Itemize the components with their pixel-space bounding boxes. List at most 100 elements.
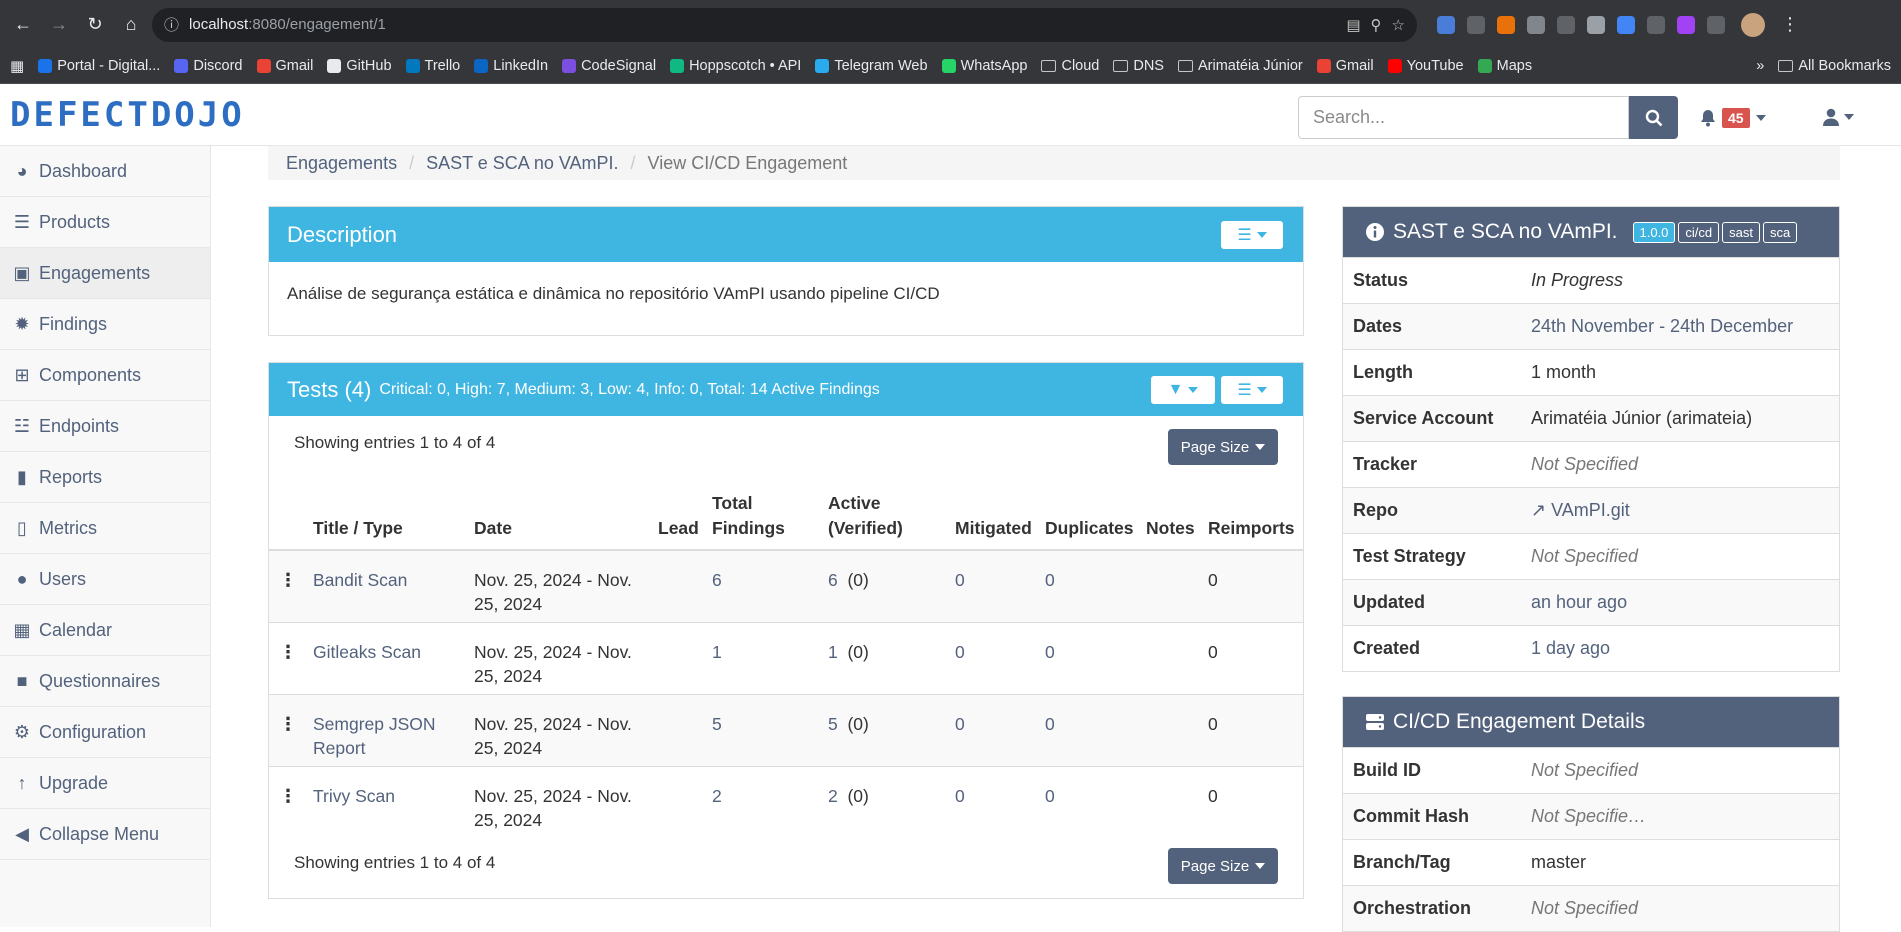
- sidebar-item-reports[interactable]: ▮ Reports: [0, 452, 210, 503]
- mitigated-link[interactable]: 0: [955, 642, 965, 662]
- bookmark-item[interactable]: YouTube: [1387, 58, 1464, 74]
- extension-icon[interactable]: [1677, 15, 1695, 34]
- detail-value[interactable]: ↗ VAmPI.git: [1531, 500, 1630, 521]
- breadcrumb-engagements[interactable]: Engagements: [286, 153, 397, 174]
- eyedropper-icon[interactable]: [1587, 15, 1605, 34]
- bookmark-item[interactable]: LinkedIn: [474, 58, 548, 74]
- test-title-link[interactable]: Gitleaks Scan: [313, 642, 421, 662]
- bookmark-item[interactable]: Trello: [405, 58, 460, 74]
- address-bar[interactable]: ⓘ localhost:8080/engagement/1 ▤ ⚲ ☆: [152, 7, 1417, 42]
- app-logo[interactable]: DEFECTDOJO: [10, 98, 245, 132]
- mitigated-link[interactable]: 0: [955, 714, 965, 734]
- tag-badge[interactable]: ci/cd: [1678, 221, 1720, 243]
- row-actions-icon[interactable]: ⋮: [269, 549, 307, 623]
- sidebar-item-endpoints[interactable]: ☳ Endpoints: [0, 401, 210, 452]
- filter-button[interactable]: ▼: [1151, 375, 1215, 404]
- site-info-icon[interactable]: ⓘ: [164, 14, 179, 35]
- reload-icon[interactable]: ↻: [80, 10, 110, 40]
- bookmark-item[interactable]: Hoppscotch • API: [670, 58, 801, 74]
- search-input[interactable]: [1298, 96, 1629, 139]
- extension-icon[interactable]: [1497, 15, 1515, 34]
- bookmark-item[interactable]: GitHub: [327, 58, 392, 74]
- browser-menu-icon[interactable]: ⋮: [1781, 14, 1799, 35]
- row-actions-icon[interactable]: ⋮: [269, 694, 307, 767]
- col-active[interactable]: Active (Verified): [822, 491, 949, 551]
- test-title-link[interactable]: Bandit Scan: [313, 570, 407, 590]
- col-duplicates[interactable]: Duplicates: [1039, 491, 1140, 551]
- sidebar-item-engagements[interactable]: ▣ Engagements: [0, 248, 210, 299]
- bookmark-item[interactable]: Gmail: [256, 58, 313, 74]
- sidebar-item-findings[interactable]: ✹ Findings: [0, 299, 210, 350]
- active-findings-link[interactable]: 2: [828, 786, 838, 806]
- active-findings-link[interactable]: 1: [828, 642, 838, 662]
- forward-icon[interactable]: →: [44, 10, 74, 40]
- notifications-menu[interactable]: 45: [1700, 108, 1766, 128]
- sidebar-item-upgrade[interactable]: ↑ Upgrade: [0, 758, 210, 809]
- total-findings-link[interactable]: 1: [712, 642, 722, 662]
- camera-icon[interactable]: [1647, 15, 1665, 34]
- translate-icon[interactable]: ▤: [1346, 16, 1360, 34]
- extension-icon[interactable]: [1467, 15, 1485, 34]
- all-bookmarks[interactable]: All Bookmarks: [1778, 58, 1891, 74]
- row-actions-icon[interactable]: ⋮: [269, 766, 307, 839]
- sidebar-item-components[interactable]: ⊞ Components: [0, 350, 210, 401]
- profile-avatar[interactable]: [1741, 12, 1765, 37]
- col-date[interactable]: Date: [468, 491, 652, 551]
- star-icon[interactable]: ☆: [1392, 16, 1405, 34]
- extension-icon[interactable]: [1557, 15, 1575, 34]
- col-mitigated[interactable]: Mitigated: [949, 491, 1039, 551]
- sidebar-item-users[interactable]: ● Users: [0, 554, 210, 605]
- description-menu-button[interactable]: ☰: [1221, 220, 1283, 249]
- user-menu[interactable]: [1822, 108, 1854, 126]
- col-reimports[interactable]: Reimports: [1202, 491, 1303, 551]
- test-title-link[interactable]: Semgrep JSON Report: [313, 714, 436, 758]
- page-size-button-top[interactable]: Page Size: [1168, 429, 1278, 465]
- active-findings-link[interactable]: 5: [828, 714, 838, 734]
- page-size-button-bottom[interactable]: Page Size: [1168, 848, 1278, 884]
- search-button[interactable]: [1629, 96, 1678, 139]
- sidebar-item-dashboard[interactable]: ◕ Dashboard: [0, 146, 210, 197]
- col-total-findings[interactable]: Total Findings: [706, 491, 822, 551]
- sidebar-item-questionnaires[interactable]: ■ Questionnaires: [0, 656, 210, 707]
- extension-icon[interactable]: [1527, 15, 1545, 34]
- tag-badge[interactable]: sca: [1763, 221, 1798, 243]
- mitigated-link[interactable]: 0: [955, 570, 965, 590]
- bookmark-item[interactable]: Telegram Web: [815, 58, 928, 74]
- extension-icon[interactable]: [1617, 15, 1635, 34]
- total-findings-link[interactable]: 6: [712, 570, 722, 590]
- extension-icon[interactable]: [1437, 15, 1455, 34]
- bookmark-item[interactable]: Maps: [1477, 58, 1532, 74]
- mitigated-link[interactable]: 0: [955, 786, 965, 806]
- col-notes[interactable]: Notes: [1140, 491, 1202, 551]
- breadcrumb-engagement[interactable]: SAST e SCA no VAmPI.: [426, 153, 618, 174]
- total-findings-link[interactable]: 2: [712, 786, 722, 806]
- sidebar-item-collapse-menu[interactable]: ◀ Collapse Menu: [0, 809, 210, 860]
- duplicates-link[interactable]: 0: [1045, 570, 1055, 590]
- total-findings-link[interactable]: 5: [712, 714, 722, 734]
- bookmark-item[interactable]: Cloud: [1041, 58, 1099, 74]
- apps-grid-icon[interactable]: ▦: [10, 57, 24, 75]
- sidebar-item-products[interactable]: ☰ Products: [0, 197, 210, 248]
- sidebar-item-calendar[interactable]: ▦ Calendar: [0, 605, 210, 656]
- active-findings-link[interactable]: 6: [828, 570, 838, 590]
- tag-badge[interactable]: sast: [1722, 221, 1760, 243]
- puzzle-icon[interactable]: [1707, 15, 1725, 34]
- row-actions-icon[interactable]: ⋮: [269, 622, 307, 695]
- duplicates-link[interactable]: 0: [1045, 786, 1055, 806]
- bookmark-item[interactable]: DNS: [1113, 58, 1164, 74]
- back-icon[interactable]: ←: [8, 10, 38, 40]
- sidebar-item-metrics[interactable]: ▯ Metrics: [0, 503, 210, 554]
- col-title[interactable]: Title / Type: [307, 491, 468, 551]
- home-icon[interactable]: ⌂: [116, 10, 146, 40]
- bookmark-item[interactable]: Discord: [174, 58, 243, 74]
- bookmark-item[interactable]: Arimatéia Júnior: [1177, 58, 1303, 74]
- bookmark-item[interactable]: Gmail: [1316, 58, 1374, 74]
- sidebar-item-configuration[interactable]: ⚙ Configuration: [0, 707, 210, 758]
- bookmark-item[interactable]: Portal - Digital...: [38, 58, 160, 74]
- test-title-link[interactable]: Trivy Scan: [313, 786, 395, 806]
- bookmark-item[interactable]: WhatsApp: [941, 58, 1027, 74]
- zoom-icon[interactable]: ⚲: [1371, 16, 1382, 34]
- bookmark-item[interactable]: CodeSignal: [562, 58, 656, 74]
- tests-menu-button[interactable]: ☰: [1221, 375, 1283, 404]
- bookmarks-more[interactable]: »: [1756, 58, 1764, 74]
